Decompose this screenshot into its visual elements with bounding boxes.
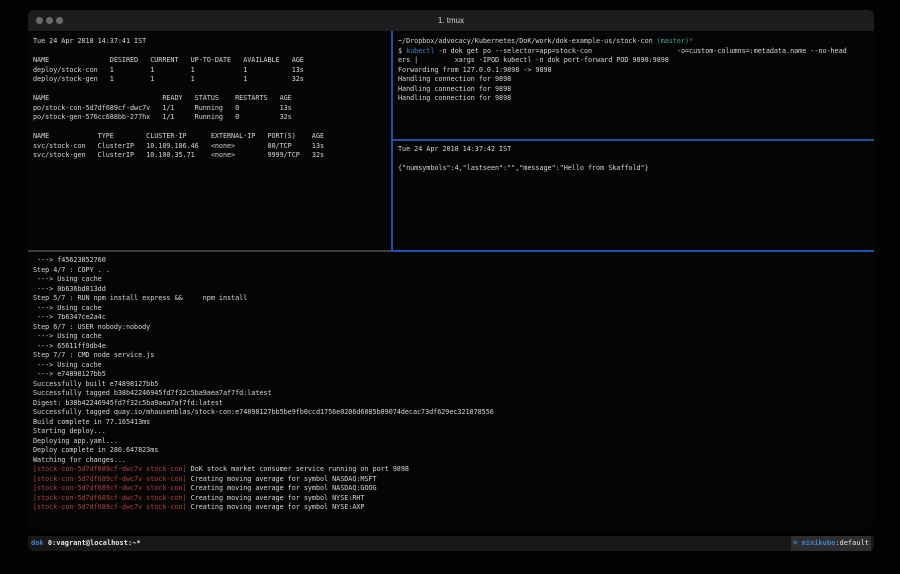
window-tab[interactable]: 0:vagrant@localhost:~* — [44, 539, 141, 547]
terminal-line: deploy/stock-con 1 1 1 1 13s — [33, 66, 391, 76]
terminal-line: ---> 7b6347ce2a4c — [33, 313, 874, 323]
terminal-line: svc/stock-con ClusterIP 10.109.186.46 <n… — [33, 142, 391, 152]
terminal-line: Successfully built e74898127bb5 — [33, 380, 874, 390]
terminal-line: Forwarding from 127.0.0.1:9898 -> 9898 — [398, 66, 874, 76]
terminal-line: Watching for changes... — [33, 456, 874, 466]
terminal-line: {"numsymbols":4,"lastseen":"","message":… — [398, 164, 874, 174]
terminal-line: NAME TYPE CLUSTER-IP EXTERNAL-IP PORT(S)… — [33, 132, 391, 142]
status-left: dok 0:vagrant@localhost:~* — [31, 536, 141, 551]
terminal-line: deploy/stock-gen 1 1 1 1 32s — [33, 75, 391, 85]
terminal-line: svc/stock-gen ClusterIP 10.100.35.71 <no… — [33, 151, 391, 161]
terminal-line: ---> e74898127bb5 — [33, 370, 874, 380]
window-title: 1. tmux — [28, 10, 874, 31]
terminal-line: Starting deploy... — [33, 427, 874, 437]
kube-namespace: :default — [835, 539, 869, 547]
terminal-line: Successfully tagged quay.io/mhausenblas/… — [33, 408, 874, 418]
terminal-line: Step 7/7 : CMD node service.js — [33, 351, 874, 361]
terminal-line: Step 4/7 : COPY . . — [33, 266, 874, 276]
terminal-line — [33, 123, 391, 133]
kube-context: minikube — [802, 539, 836, 547]
terminal-line: [stock-con-5d7df689cf-dwc7v stock-con] C… — [33, 484, 874, 494]
pane-curl-output[interactable]: Tue 24 Apr 2018 14:37:42 IST {"numsymbol… — [393, 141, 874, 250]
terminal-line: ---> Using cache — [33, 361, 874, 371]
terminal-line: [stock-con-5d7df689cf-dwc7v stock-con] D… — [33, 465, 874, 475]
terminal-line: NAME READY STATUS RESTARTS AGE — [33, 94, 391, 104]
terminal-line: $ kubectl -n dok get po --selector=app=s… — [398, 47, 874, 57]
terminal-line: ers | xargs -IPOD kubectl -n dok port-fo… — [398, 56, 874, 66]
terminal-line: Tue 24 Apr 2018 14:37:41 IST — [33, 37, 391, 47]
terminal-line: Build complete in 77.165413ms — [33, 418, 874, 428]
terminal-line: ---> 65611ff9db4e — [33, 342, 874, 352]
window-titlebar: 1. tmux — [28, 10, 874, 31]
kubernetes-helm-icon: ☸ — [793, 539, 801, 547]
terminal-line: [stock-con-5d7df689cf-dwc7v stock-con] C… — [33, 475, 874, 485]
terminal-line: ---> Using cache — [33, 332, 874, 342]
terminal-line: ---> Using cache — [33, 304, 874, 314]
terminal-line: ---> Using cache — [33, 275, 874, 285]
terminal-window: 1. tmux Tue 24 Apr 2018 14:37:41 IST NAM… — [28, 10, 874, 530]
terminal-line: NAME DESIRED CURRENT UP-TO-DATE AVAILABL… — [33, 56, 391, 66]
terminal-line: Digest: b38b42246945fd7f32c5ba9aea7af7fd… — [33, 399, 874, 409]
terminal-line: ---> f45623052760 — [33, 256, 874, 266]
terminal-line: Step 5/7 : RUN npm install express && np… — [33, 294, 874, 304]
status-right: ☸ minikube:default — [791, 536, 871, 551]
terminal-line — [398, 155, 874, 165]
tmux-status-bar: dok 0:vagrant@localhost:~* ☸ minikube:de… — [28, 536, 874, 551]
terminal-line: Handling connection for 9898 — [398, 85, 874, 95]
terminal-line: po/stock-con-5d7df689cf-dwc7v 1/1 Runnin… — [33, 104, 391, 114]
terminal-line: Handling connection for 9898 — [398, 75, 874, 85]
session-name: dok — [31, 539, 44, 547]
terminal-line: [stock-con-5d7df689cf-dwc7v stock-con] C… — [33, 494, 874, 504]
terminal-line: Successfully tagged b38b42246945fd7f32c5… — [33, 389, 874, 399]
terminal-line — [33, 47, 391, 57]
pane-skaffold-log[interactable]: ---> f45623052760Step 4/7 : COPY . . ---… — [30, 252, 874, 515]
screenshot-canvas: 1. tmux Tue 24 Apr 2018 14:37:41 IST NAM… — [0, 0, 900, 574]
terminal-line: Deploy complete in 286.647823ms — [33, 446, 874, 456]
tmux-content: Tue 24 Apr 2018 14:37:41 IST NAME DESIRE… — [28, 31, 874, 515]
terminal-line — [33, 85, 391, 95]
terminal-line: Tue 24 Apr 2018 14:37:42 IST — [398, 145, 874, 155]
terminal-line: Deploying app.yaml... — [33, 437, 874, 447]
terminal-line: Handling connection for 9898 — [398, 94, 874, 104]
terminal-line: Step 6/7 : USER nobody:nobody — [33, 323, 874, 333]
pane-port-forward[interactable]: ~/Dropbox/advocacy/Kubernetes/DoK/work/d… — [393, 33, 874, 139]
terminal-line: po/stock-gen-576cc688bb-277hx 1/1 Runnin… — [33, 113, 391, 123]
terminal-line: ---> 0b636bd013dd — [33, 285, 874, 295]
pane-kubectl-watch[interactable]: Tue 24 Apr 2018 14:37:41 IST NAME DESIRE… — [30, 33, 391, 250]
terminal-line: [stock-con-5d7df689cf-dwc7v stock-con] C… — [33, 503, 874, 513]
terminal-line: ~/Dropbox/advocacy/Kubernetes/DoK/work/d… — [398, 37, 874, 47]
